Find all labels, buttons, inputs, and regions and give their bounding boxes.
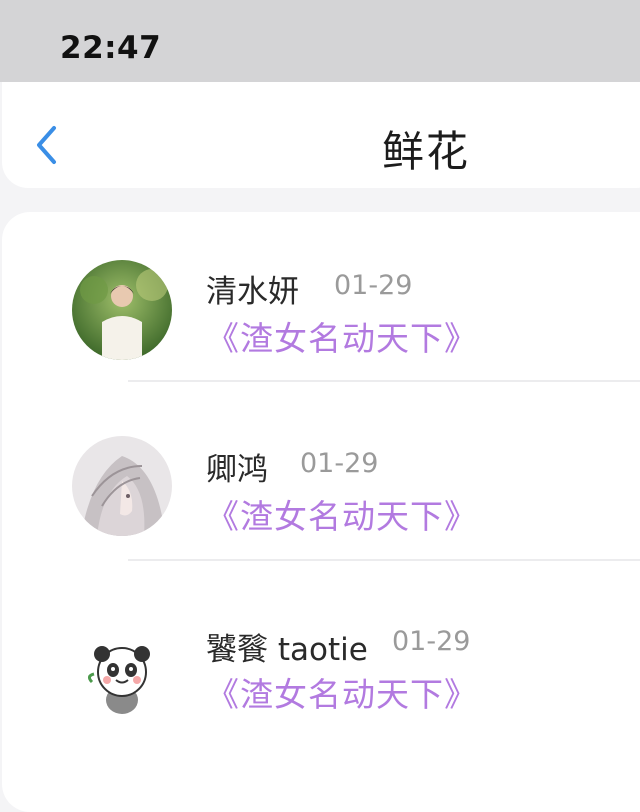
date-label: 01-29 bbox=[392, 626, 471, 657]
avatar[interactable] bbox=[72, 620, 172, 720]
divider bbox=[128, 559, 640, 561]
book-title[interactable]: 《渣女名动天下》 bbox=[206, 490, 478, 538]
date-label: 01-29 bbox=[334, 270, 413, 301]
status-time: 22:47 bbox=[60, 30, 162, 66]
avatar[interactable] bbox=[72, 436, 172, 536]
status-bar: 22:47 bbox=[0, 0, 640, 82]
list-item[interactable]: 清水妍 01-29 《渣女名动天下》 bbox=[2, 212, 640, 392]
book-title[interactable]: 《渣女名动天下》 bbox=[206, 668, 478, 716]
user-name: 卿鸿 bbox=[206, 452, 268, 488]
avatar[interactable] bbox=[72, 260, 172, 360]
back-button[interactable] bbox=[30, 122, 64, 168]
user-name: 饕餮 taotie bbox=[206, 632, 368, 668]
user-name: 清水妍 bbox=[206, 274, 299, 310]
book-title[interactable]: 《渣女名动天下》 bbox=[206, 312, 478, 360]
nav-bar: 鲜花 bbox=[2, 82, 640, 188]
page-title: 鲜花 bbox=[382, 127, 471, 176]
date-label: 01-29 bbox=[300, 448, 379, 479]
gift-list: 清水妍 01-29 《渣女名动天下》 卿鸿 01-29 《渣女名动天下》 饕餮 … bbox=[2, 212, 640, 812]
list-item[interactable]: 卿鸿 01-29 《渣女名动天下》 bbox=[2, 392, 640, 572]
divider bbox=[128, 380, 640, 382]
list-item[interactable]: 饕餮 taotie 01-29 《渣女名动天下》 bbox=[2, 572, 640, 752]
chevron-left-icon bbox=[37, 126, 56, 164]
